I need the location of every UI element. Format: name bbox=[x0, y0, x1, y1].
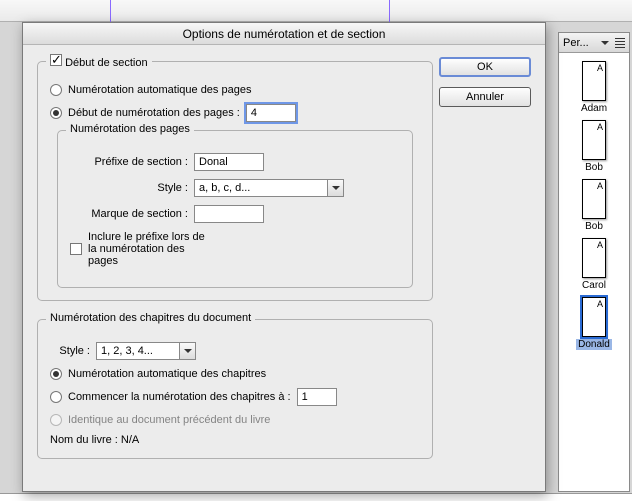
auto-chapter-radio[interactable] bbox=[50, 368, 62, 380]
chapter-style-label: Style : bbox=[50, 345, 90, 357]
pages-panel: Per... Adam Bob Bob Carol Donald bbox=[558, 32, 630, 492]
chevron-down-icon[interactable] bbox=[601, 41, 609, 45]
page-style-value: a, b, c, d... bbox=[199, 182, 250, 194]
page-icon bbox=[582, 238, 606, 278]
include-prefix-label: Inclure le préfixe lors de la numérotati… bbox=[88, 231, 206, 267]
panel-tab-label[interactable]: Per... bbox=[563, 37, 589, 49]
start-page-numbering-input[interactable] bbox=[246, 104, 296, 122]
same-as-prev-radio bbox=[50, 414, 62, 426]
book-name-label: Nom du livre : bbox=[50, 434, 121, 446]
section-options-dialog: Options de numérotation et de section OK… bbox=[22, 22, 546, 492]
section-prefix-input[interactable] bbox=[194, 153, 264, 171]
page-style-select[interactable]: a, b, c, d... bbox=[194, 179, 344, 197]
cancel-button-label: Annuler bbox=[466, 91, 504, 103]
thumbnail-item[interactable]: Carol bbox=[580, 238, 608, 291]
page-numbering-group: Numérotation des pages Préfixe de sectio… bbox=[57, 130, 413, 288]
thumbnail-item[interactable]: Bob bbox=[582, 179, 606, 232]
chapter-style-select[interactable]: 1, 2, 3, 4... bbox=[96, 342, 196, 360]
thumbnail-label: Carol bbox=[580, 280, 608, 291]
start-chapter-input[interactable] bbox=[297, 388, 337, 406]
include-prefix-checkbox[interactable] bbox=[70, 243, 82, 255]
section-marker-label: Marque de section : bbox=[70, 208, 188, 220]
ok-button-label: OK bbox=[477, 61, 493, 73]
thumbnail-item[interactable]: Bob bbox=[582, 120, 606, 173]
start-page-numbering-label: Début de numérotation des pages : bbox=[68, 107, 240, 119]
section-marker-input[interactable] bbox=[194, 205, 264, 223]
section-start-checkbox[interactable] bbox=[50, 54, 62, 66]
panel-header: Per... bbox=[559, 33, 629, 53]
section-start-label: Début de section bbox=[65, 57, 148, 69]
panel-menu-icon[interactable] bbox=[615, 38, 625, 48]
chevron-down-icon bbox=[179, 343, 195, 359]
section-start-group: Début de section Numérotation automatiqu… bbox=[37, 61, 433, 301]
thumbnail-list: Adam Bob Bob Carol Donald bbox=[559, 53, 629, 491]
auto-page-numbering-radio[interactable] bbox=[50, 84, 62, 96]
page-icon bbox=[582, 297, 606, 337]
chevron-down-icon bbox=[327, 180, 343, 196]
page-icon bbox=[582, 120, 606, 160]
page-style-label: Style : bbox=[70, 182, 188, 194]
chapter-style-value: 1, 2, 3, 4... bbox=[101, 345, 153, 357]
section-prefix-label: Préfixe de section : bbox=[70, 156, 188, 168]
page-icon bbox=[582, 61, 606, 101]
same-as-prev-label: Identique au document précédent du livre bbox=[68, 414, 270, 426]
dialog-title: Options de numérotation et de section bbox=[23, 23, 545, 45]
start-chapter-label: Commencer la numérotation des chapitres … bbox=[68, 391, 291, 403]
thumbnail-item[interactable]: Adam bbox=[579, 61, 609, 114]
start-page-numbering-radio[interactable] bbox=[50, 107, 62, 119]
start-chapter-radio[interactable] bbox=[50, 391, 62, 403]
book-name-value: N/A bbox=[121, 434, 139, 446]
ok-button[interactable]: OK bbox=[439, 57, 531, 77]
page-icon bbox=[582, 179, 606, 219]
chapter-numbering-group: Numérotation des chapitres du document S… bbox=[37, 319, 433, 459]
thumbnail-item[interactable]: Donald bbox=[576, 297, 612, 350]
thumbnail-label: Adam bbox=[579, 103, 609, 114]
chapter-numbering-group-title: Numérotation des chapitres du document bbox=[46, 312, 255, 324]
thumbnail-label: Donald bbox=[576, 339, 612, 350]
thumbnail-label: Bob bbox=[583, 162, 605, 173]
page-numbering-group-title: Numérotation des pages bbox=[66, 123, 194, 135]
auto-page-numbering-label: Numérotation automatique des pages bbox=[68, 84, 251, 96]
auto-chapter-label: Numérotation automatique des chapitres bbox=[68, 368, 266, 380]
thumbnail-label: Bob bbox=[583, 221, 605, 232]
cancel-button[interactable]: Annuler bbox=[439, 87, 531, 107]
